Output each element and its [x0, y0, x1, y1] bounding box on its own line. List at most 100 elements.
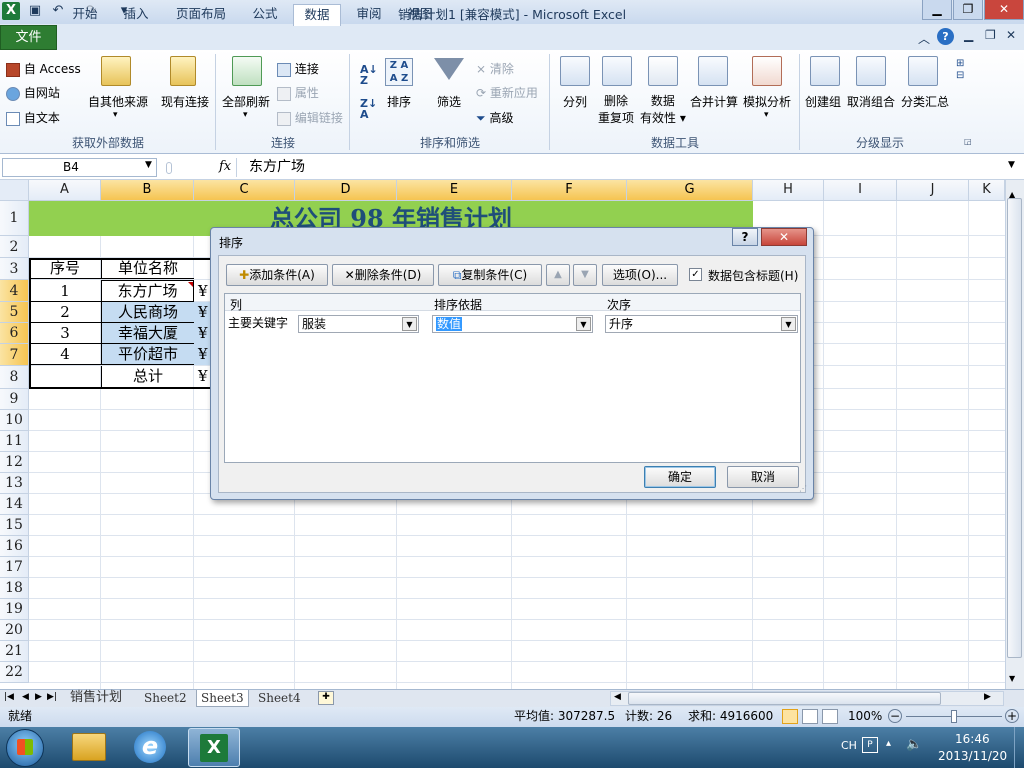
tab-data[interactable]: 数据 — [293, 4, 341, 26]
sheet-tab-sheet3[interactable]: Sheet3 — [196, 690, 249, 707]
row-header-9[interactable]: 9 — [0, 389, 29, 410]
sheet-nav-next-icon[interactable]: ▶ — [35, 692, 42, 702]
cell-b5[interactable]: 人民商场 — [101, 302, 194, 323]
clear-button[interactable]: ⨯ 清除 — [476, 60, 514, 77]
row-header-22[interactable]: 22 — [0, 662, 29, 683]
language-indicator[interactable]: CH — [841, 739, 857, 752]
create-group-button[interactable]: 创建组 — [805, 93, 841, 110]
row-header-12[interactable]: 12 — [0, 452, 29, 473]
scroll-right-icon[interactable]: ▶ — [984, 692, 991, 702]
connections-button[interactable]: 连接 — [277, 60, 319, 77]
subtotal-button[interactable]: 分类汇总 — [901, 93, 949, 110]
existing-connections-button[interactable]: 现有连接 — [161, 93, 209, 110]
sort-by-column-select[interactable]: 服装 ▼ — [298, 315, 419, 333]
cell-a7[interactable]: 4 — [29, 344, 101, 365]
what-if-button[interactable]: 模拟分析 — [743, 93, 791, 110]
sheet-tab-sheet2[interactable]: Sheet2 — [140, 690, 191, 707]
consolidate-button[interactable]: 合并计算 — [690, 93, 738, 110]
zoom-in-icon[interactable]: + — [1005, 709, 1019, 723]
row-header-13[interactable]: 13 — [0, 473, 29, 494]
row-header-1[interactable]: 1 — [0, 201, 29, 236]
show-desktop-button[interactable] — [1014, 727, 1024, 768]
page-layout-view-icon[interactable] — [802, 709, 818, 724]
minimize-ribbon-icon[interactable]: ︿ — [918, 30, 930, 47]
minimize-button[interactable]: ▁ — [922, 0, 952, 20]
tab-formulas[interactable]: 公式 — [242, 4, 288, 26]
column-header-b[interactable]: B — [101, 180, 194, 201]
sort-on-select[interactable]: 数值 ▼ — [432, 315, 593, 333]
name-box-dropdown-icon[interactable]: ▼ — [145, 160, 152, 170]
column-header-e[interactable]: E — [397, 180, 512, 201]
row-header-5[interactable]: 5 — [0, 302, 29, 323]
sort-button[interactable]: 排序 — [387, 93, 411, 110]
cell-b7[interactable]: 平价超市 — [101, 344, 194, 365]
header-name-cell[interactable]: 单位名称 — [101, 258, 194, 279]
sheet-nav-prev-icon[interactable]: ◀ — [22, 692, 29, 702]
add-level-button[interactable]: ✚添加条件(A) — [226, 264, 328, 286]
expand-formula-icon[interactable]: ▼ — [1008, 160, 1015, 170]
sort-za-icon[interactable]: Z↓ A — [360, 98, 377, 120]
row-header-10[interactable]: 10 — [0, 410, 29, 431]
tab-insert[interactable]: 插入 — [113, 4, 159, 26]
resize-grip-icon[interactable]: ⋰ — [799, 484, 807, 493]
column-header-f[interactable]: F — [512, 180, 627, 201]
zoom-slider-thumb[interactable] — [951, 710, 957, 723]
horizontal-scroll-thumb[interactable] — [628, 692, 941, 705]
text-to-columns-button[interactable]: 分列 — [563, 93, 587, 110]
formula-bar-splitter[interactable] — [166, 162, 172, 174]
scroll-down-icon[interactable]: ▼ — [1009, 674, 1015, 683]
cell-b4-active[interactable]: 东方广场 — [101, 280, 194, 302]
sheet-nav-first-icon[interactable]: |◀ — [4, 692, 14, 702]
file-explorer-taskbar-icon[interactable] — [72, 733, 106, 761]
fx-icon[interactable]: fx — [219, 159, 231, 174]
cell-a5[interactable]: 2 — [29, 302, 101, 323]
row-header-20[interactable]: 20 — [0, 620, 29, 641]
column-header-j[interactable]: J — [897, 180, 969, 201]
restore-button[interactable]: ❐ — [953, 0, 983, 20]
edit-links-button[interactable]: 编辑链接 — [277, 109, 343, 126]
show-detail-icon[interactable]: ⊞ ⊟ — [956, 58, 964, 82]
sheet-tab-sales-plan[interactable]: 销售计划 — [66, 690, 126, 707]
workbook-close-icon[interactable]: ✕ — [1006, 28, 1016, 42]
name-box[interactable]: B4 — [2, 158, 157, 177]
filter-button[interactable]: 筛选 — [437, 93, 461, 110]
column-header-a[interactable]: A — [29, 180, 101, 201]
sheet-tab-sheet4[interactable]: Sheet4 — [254, 690, 305, 707]
other-sources-button[interactable]: 自其他来源 — [88, 93, 148, 110]
column-header-i[interactable]: I — [824, 180, 897, 201]
internet-explorer-taskbar-icon[interactable]: e — [134, 731, 166, 763]
zoom-out-icon[interactable]: − — [888, 709, 902, 723]
ime-icon[interactable]: P — [862, 737, 878, 753]
remove-duplicates-button[interactable]: 删除 重复项 — [598, 93, 634, 127]
scroll-left-icon[interactable]: ◀ — [614, 692, 621, 702]
sheet-nav-last-icon[interactable]: ▶| — [47, 692, 57, 702]
column-header-d[interactable]: D — [295, 180, 397, 201]
tab-file[interactable]: 文件 — [0, 25, 57, 50]
workbook-minimize-icon[interactable]: ▁ — [964, 28, 973, 42]
cell-b8-total[interactable]: 总计 — [101, 366, 194, 387]
select-all-corner[interactable] — [0, 180, 29, 201]
cell-b6[interactable]: 幸福大厦 — [101, 323, 194, 344]
order-select[interactable]: 升序 ▼ — [605, 315, 798, 333]
data-validation-button[interactable]: 数据 有效性 ▾ — [640, 93, 686, 127]
has-headers-checkbox[interactable]: ✓ — [689, 268, 702, 281]
normal-view-icon[interactable] — [782, 709, 798, 724]
vertical-scroll-thumb[interactable] — [1007, 198, 1022, 658]
tab-review[interactable]: 审阅 — [346, 4, 392, 26]
advanced-button[interactable]: ⏷ 高级 — [476, 109, 513, 126]
row-header-6[interactable]: 6 — [0, 323, 29, 344]
cell-a6[interactable]: 3 — [29, 323, 101, 344]
tray-expand-icon[interactable]: ▴ — [886, 738, 891, 749]
ungroup-button[interactable]: 取消组合 — [847, 93, 895, 110]
row-header-4[interactable]: 4 — [0, 280, 29, 302]
row-header-8[interactable]: 8 — [0, 366, 29, 389]
dialog-launcher-icon[interactable]: ◲ — [964, 137, 972, 146]
column-header-g[interactable]: G — [627, 180, 753, 201]
dialog-close-button[interactable]: ✕ — [761, 228, 807, 246]
from-text-button[interactable]: 自文本 — [6, 109, 60, 126]
move-down-button[interactable]: ▼ — [573, 264, 597, 286]
clock-time[interactable]: 16:46 — [955, 732, 990, 746]
row-header-16[interactable]: 16 — [0, 536, 29, 557]
row-header-21[interactable]: 21 — [0, 641, 29, 662]
from-web-button[interactable]: 自网站 — [6, 84, 60, 101]
